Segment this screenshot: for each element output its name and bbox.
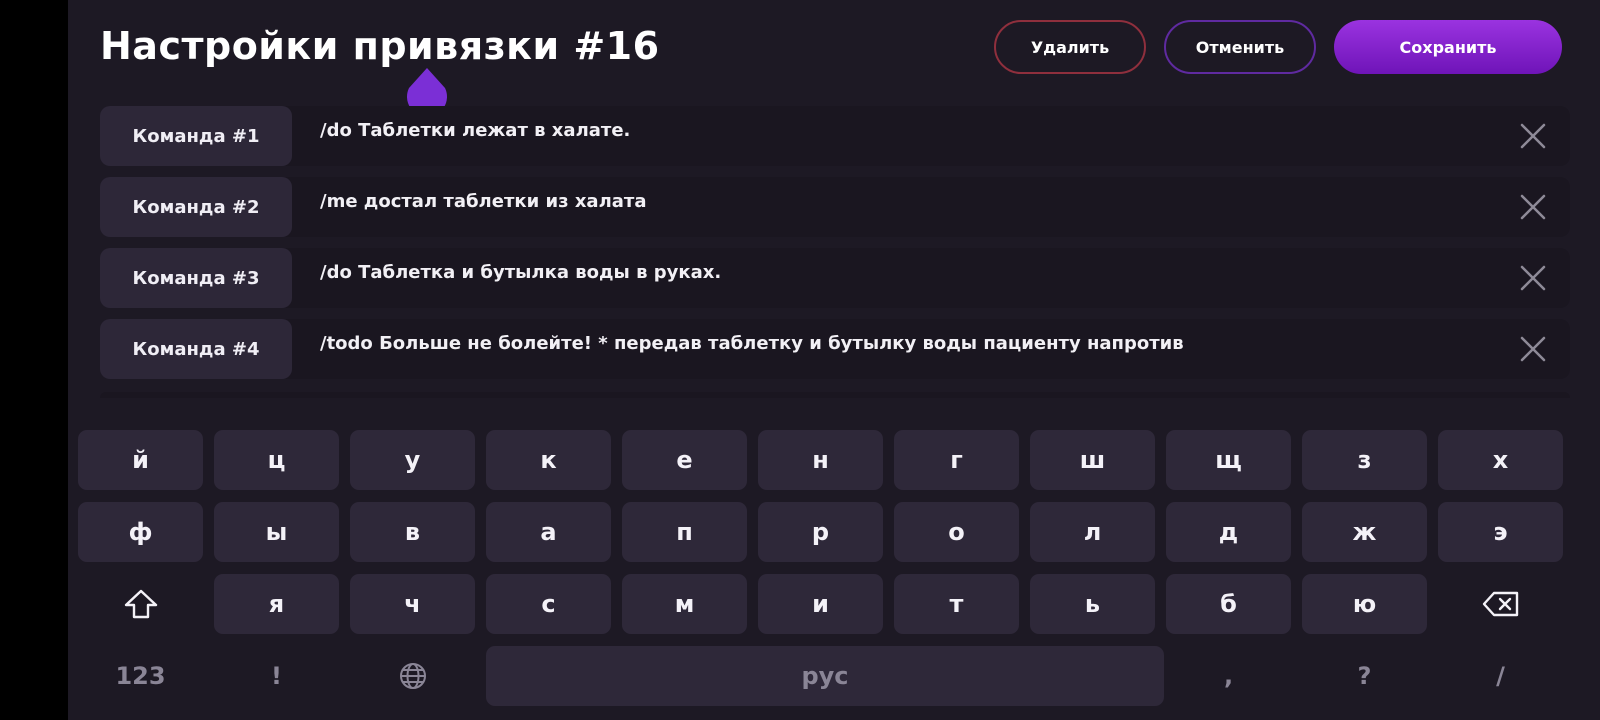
key-ч[interactable]: ч bbox=[350, 574, 475, 634]
key-ю[interactable]: ю bbox=[1302, 574, 1427, 634]
cancel-button[interactable]: Отменить bbox=[1164, 20, 1316, 74]
shift-key[interactable] bbox=[78, 574, 203, 634]
language-key[interactable] bbox=[350, 646, 475, 706]
key-п[interactable]: п bbox=[622, 502, 747, 562]
save-button[interactable]: Сохранить bbox=[1334, 20, 1562, 74]
key-а[interactable]: а bbox=[486, 502, 611, 562]
key-к[interactable]: к bbox=[486, 430, 611, 490]
command-input[interactable]: /todo Больше не болейте! * передав табле… bbox=[292, 319, 1570, 379]
key-и[interactable]: и bbox=[758, 574, 883, 634]
space-key[interactable]: рус bbox=[486, 646, 1164, 706]
globe-icon bbox=[399, 663, 426, 689]
slash-key[interactable]: / bbox=[1438, 646, 1563, 706]
numbers-key[interactable]: 123 bbox=[78, 646, 203, 706]
key-в[interactable]: в bbox=[350, 502, 475, 562]
command-row: Команда #1 /do Таблетки лежат в халате. bbox=[100, 106, 1570, 166]
key-я[interactable]: я bbox=[214, 574, 339, 634]
key-х[interactable]: х bbox=[1438, 430, 1563, 490]
remove-command-icon[interactable] bbox=[1518, 334, 1548, 364]
key-с[interactable]: с bbox=[486, 574, 611, 634]
key-ж[interactable]: ж bbox=[1302, 502, 1427, 562]
question-key[interactable]: ? bbox=[1302, 646, 1427, 706]
key-г[interactable]: г bbox=[894, 430, 1019, 490]
delete-button[interactable]: Удалить bbox=[994, 20, 1146, 74]
onscreen-keyboard: й ц у к е н г ш щ з х ф ы в а п р о л д … bbox=[68, 410, 1600, 720]
remove-command-icon[interactable] bbox=[1518, 263, 1548, 293]
key-м[interactable]: м bbox=[622, 574, 747, 634]
backspace-icon bbox=[1482, 591, 1518, 617]
key-ы[interactable]: ы bbox=[214, 502, 339, 562]
page-title: Настройки привязки #16 bbox=[100, 24, 660, 68]
key-у[interactable]: у bbox=[350, 430, 475, 490]
command-label: Команда #4 bbox=[100, 319, 292, 379]
command-list: Команда #1 /do Таблетки лежат в халате. … bbox=[100, 106, 1570, 390]
command-input[interactable]: /do Таблетка и бутылка воды в руках. bbox=[292, 248, 1570, 308]
exclamation-key[interactable]: ! bbox=[214, 646, 339, 706]
comma-key[interactable]: , bbox=[1166, 646, 1291, 706]
key-о[interactable]: о bbox=[894, 502, 1019, 562]
key-т[interactable]: т bbox=[894, 574, 1019, 634]
remove-command-icon[interactable] bbox=[1518, 192, 1548, 222]
key-э[interactable]: э bbox=[1438, 502, 1563, 562]
command-row: Команда #4 /todo Больше не болейте! * пе… bbox=[100, 319, 1570, 379]
key-й[interactable]: й bbox=[78, 430, 203, 490]
key-з[interactable]: з bbox=[1302, 430, 1427, 490]
key-ь[interactable]: ь bbox=[1030, 574, 1155, 634]
command-row: Команда #2 /me достал таблетки из халата bbox=[100, 177, 1570, 237]
command-input[interactable]: /me достал таблетки из халата bbox=[292, 177, 1570, 237]
key-л[interactable]: л bbox=[1030, 502, 1155, 562]
command-input[interactable]: /do Таблетки лежат в халате. bbox=[292, 106, 1570, 166]
command-label: Команда #2 bbox=[100, 177, 292, 237]
command-row: Команда #3 /do Таблетка и бутылка воды в… bbox=[100, 248, 1570, 308]
key-р[interactable]: р bbox=[758, 502, 883, 562]
key-н[interactable]: н bbox=[758, 430, 883, 490]
command-label: Команда #3 bbox=[100, 248, 292, 308]
key-щ[interactable]: щ bbox=[1166, 430, 1291, 490]
command-label: Команда #1 bbox=[100, 106, 292, 166]
backspace-key[interactable] bbox=[1438, 574, 1563, 634]
remove-command-icon[interactable] bbox=[1518, 121, 1548, 151]
key-ш[interactable]: ш bbox=[1030, 430, 1155, 490]
key-ц[interactable]: ц bbox=[214, 430, 339, 490]
binding-settings-screen: Настройки привязки #16 Удалить Отменить … bbox=[68, 0, 1600, 720]
key-ф[interactable]: ф bbox=[78, 502, 203, 562]
key-е[interactable]: е bbox=[622, 430, 747, 490]
shift-icon bbox=[124, 589, 157, 619]
key-б[interactable]: б bbox=[1166, 574, 1291, 634]
command-row-partial bbox=[100, 392, 1570, 398]
key-д[interactable]: д bbox=[1166, 502, 1291, 562]
